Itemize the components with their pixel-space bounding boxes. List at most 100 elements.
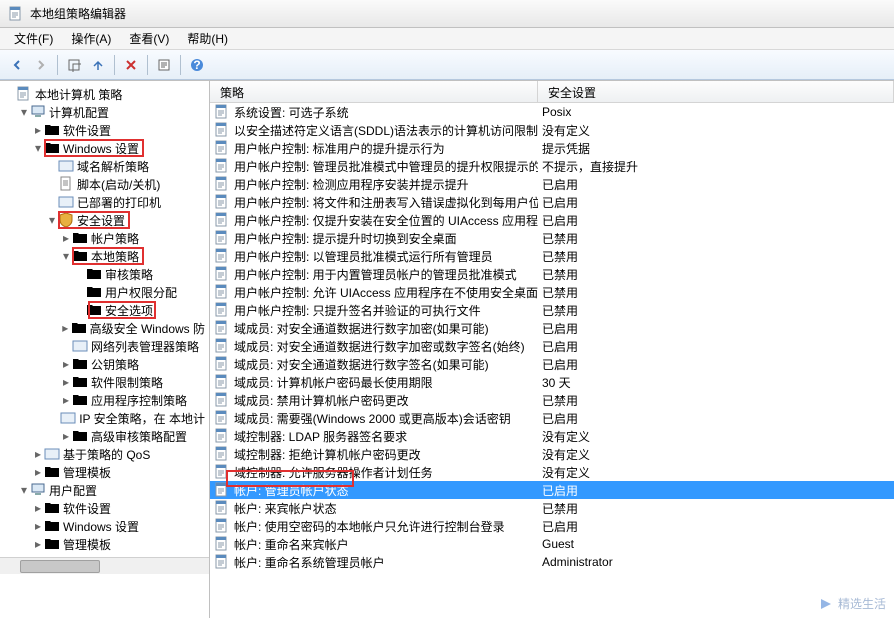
policy-row[interactable]: 帐户: 来宾帐户状态已禁用	[210, 499, 894, 517]
policy-icon	[214, 284, 230, 300]
window-title: 本地组策略编辑器	[30, 5, 126, 22]
tree-item-soft2[interactable]: ▸软件设置	[4, 499, 209, 517]
tree-item-security[interactable]: ▾安全设置	[4, 211, 209, 229]
tree-item-root[interactable]: 本地计算机 策略	[4, 85, 209, 103]
tree-item-win_settings[interactable]: ▾Windows 设置	[4, 139, 209, 157]
policy-row[interactable]: 域控制器: 允许服务器操作者计划任务没有定义	[210, 463, 894, 481]
up-button[interactable]	[63, 54, 85, 76]
menu-view[interactable]: 查看(V)	[121, 28, 177, 49]
col-setting[interactable]: 安全设置	[538, 81, 894, 102]
expand-arrow-icon[interactable]: ▸	[32, 519, 44, 533]
tree-item-user[interactable]: ▾用户配置	[4, 481, 209, 499]
tree-label: 基于策略的 QoS	[63, 446, 150, 463]
policy-row[interactable]: 域成员: 禁用计算机帐户密码更改已禁用	[210, 391, 894, 409]
policy-row[interactable]: 以安全描述符定义语言(SDDL)语法表示的计算机访问限制没有定义	[210, 121, 894, 139]
folder-icon	[86, 284, 102, 300]
tree-item-win_settings2[interactable]: ▸Windows 设置	[4, 517, 209, 535]
tree-item-dns[interactable]: 域名解析策略	[4, 157, 209, 175]
expand-arrow-icon[interactable]: ▸	[32, 465, 44, 479]
col-policy[interactable]: 策略	[210, 81, 538, 102]
tree-item-sec_options[interactable]: 安全选项	[4, 301, 209, 319]
tree-label: 高级安全 Windows 防	[90, 320, 205, 337]
horizontal-scrollbar[interactable]	[0, 557, 209, 574]
policy-row[interactable]: 用户帐户控制: 检测应用程序安装并提示提升已启用	[210, 175, 894, 193]
expand-arrow-icon[interactable]: ▸	[60, 429, 72, 443]
policy-row[interactable]: 用户帐户控制: 将文件和注册表写入错误虚拟化到每用户位置已启用	[210, 193, 894, 211]
tree-label: 审核策略	[105, 266, 153, 283]
tree-label: 软件设置	[63, 122, 111, 139]
tree-item-admin_tpl1[interactable]: ▸管理模板	[4, 463, 209, 481]
tree-item-pubkey[interactable]: ▸公钥策略	[4, 355, 209, 373]
folder-icon	[72, 356, 88, 372]
expand-arrow-icon[interactable]: ▸	[32, 447, 44, 461]
expand-arrow-icon[interactable]: ▸	[32, 501, 44, 515]
tree-item-computer[interactable]: ▾计算机配置	[4, 103, 209, 121]
tree-item-softrestrict[interactable]: ▸软件限制策略	[4, 373, 209, 391]
properties-button[interactable]	[153, 54, 175, 76]
policy-row[interactable]: 域成员: 对安全通道数据进行数字加密(如果可能)已启用	[210, 319, 894, 337]
policy-setting: 已禁用	[538, 302, 894, 319]
tree-item-netlist[interactable]: 网络列表管理器策略	[4, 337, 209, 355]
policy-row[interactable]: 用户帐户控制: 以管理员批准模式运行所有管理员已禁用	[210, 247, 894, 265]
expand-arrow-icon[interactable]: ▾	[18, 105, 30, 119]
policy-row[interactable]: 域控制器: LDAP 服务器签名要求没有定义	[210, 427, 894, 445]
help-button[interactable]: ?	[186, 54, 208, 76]
policy-row[interactable]: 帐户: 管理员帐户状态已启用	[210, 481, 894, 499]
policy-setting: 已启用	[538, 338, 894, 355]
expand-arrow-icon[interactable]: ▸	[60, 231, 72, 245]
tree-item-adv_audit[interactable]: ▸ 高级审核策略配置	[4, 427, 209, 445]
policy-row[interactable]: 域成员: 对安全通道数据进行数字加密或数字签名(始终)已启用	[210, 337, 894, 355]
expand-arrow-icon[interactable]: ▸	[60, 357, 72, 371]
tree-item-user_rights[interactable]: 用户权限分配	[4, 283, 209, 301]
expand-arrow-icon[interactable]: ▸	[32, 123, 44, 137]
policy-row[interactable]: 帐户: 使用空密码的本地帐户只允许进行控制台登录已启用	[210, 517, 894, 535]
policy-name: 用户帐户控制: 仅提升安装在安全位置的 UIAccess 应用程序	[234, 212, 538, 229]
tree-item-printers[interactable]: 已部署的打印机	[4, 193, 209, 211]
tree-item-appctrl[interactable]: ▸应用程序控制策略	[4, 391, 209, 409]
tree-item-adv_fw[interactable]: ▸ 高级安全 Windows 防	[4, 319, 209, 337]
policy-row[interactable]: 域成员: 对安全通道数据进行数字签名(如果可能)已启用	[210, 355, 894, 373]
tree-item-script[interactable]: 脚本(启动/关机)	[4, 175, 209, 193]
policy-row[interactable]: 域控制器: 拒绝计算机帐户密码更改没有定义	[210, 445, 894, 463]
tree-item-local_policy[interactable]: ▾本地策略	[4, 247, 209, 265]
policy-row[interactable]: 用户帐户控制: 仅提升安装在安全位置的 UIAccess 应用程序已启用	[210, 211, 894, 229]
delete-button[interactable]	[120, 54, 142, 76]
tree-item-ipsec[interactable]: IP 安全策略，在 本地计	[4, 409, 209, 427]
expand-arrow-icon[interactable]: ▸	[60, 393, 72, 407]
policy-setting: 已启用	[538, 410, 894, 427]
expand-arrow-icon[interactable]: ▾	[46, 213, 58, 227]
menu-help[interactable]: 帮助(H)	[179, 28, 236, 49]
column-header: 策略 安全设置	[210, 81, 894, 103]
policy-name: 帐户: 使用空密码的本地帐户只允许进行控制台登录	[234, 518, 505, 535]
policy-row[interactable]: 帐户: 重命名来宾帐户Guest	[210, 535, 894, 553]
policy-row[interactable]: 域成员: 计算机帐户密码最长使用期限30 天	[210, 373, 894, 391]
policy-setting: 已禁用	[538, 284, 894, 301]
policy-row[interactable]: 用户帐户控制: 允许 UIAccess 应用程序在不使用安全桌面...已禁用	[210, 283, 894, 301]
tree-item-soft1[interactable]: ▸ 软件设置	[4, 121, 209, 139]
nav-back-button[interactable]	[6, 54, 28, 76]
nav-fwd-button[interactable]	[30, 54, 52, 76]
expand-arrow-icon[interactable]: ▸	[60, 375, 72, 389]
tree-item-qos[interactable]: ▸ 基于策略的 QoS	[4, 445, 209, 463]
expand-arrow-icon[interactable]: ▸	[60, 321, 71, 335]
expand-arrow-icon[interactable]: ▾	[32, 141, 44, 155]
policy-row[interactable]: 帐户: 重命名系统管理员帐户Administrator	[210, 553, 894, 571]
tree-item-acct_policy[interactable]: ▸帐户策略	[4, 229, 209, 247]
policy-row[interactable]: 用户帐户控制: 管理员批准模式中管理员的提升权限提示的...不提示，直接提升	[210, 157, 894, 175]
folderb-icon	[60, 410, 76, 426]
tree-item-admin_tpl2[interactable]: ▸管理模板	[4, 535, 209, 553]
policy-row[interactable]: 用户帐户控制: 提示提升时切换到安全桌面已禁用	[210, 229, 894, 247]
policy-row[interactable]: 用户帐户控制: 只提升签名并验证的可执行文件已禁用	[210, 301, 894, 319]
policy-row[interactable]: 用户帐户控制: 标准用户的提升提示行为提示凭据	[210, 139, 894, 157]
expand-arrow-icon[interactable]: ▾	[60, 249, 72, 263]
expand-arrow-icon[interactable]: ▸	[32, 537, 44, 551]
expand-arrow-icon[interactable]: ▾	[18, 483, 30, 497]
menu-action[interactable]: 操作(A)	[63, 28, 119, 49]
menu-file[interactable]: 文件(F)	[6, 28, 61, 49]
tree-item-audit[interactable]: 审核策略	[4, 265, 209, 283]
policy-row[interactable]: 域成员: 需要强(Windows 2000 或更高版本)会话密钥已启用	[210, 409, 894, 427]
filter-button[interactable]	[87, 54, 109, 76]
policy-row[interactable]: 系统设置: 可选子系统Posix	[210, 103, 894, 121]
tree-label: 高级审核策略配置	[91, 428, 187, 445]
policy-row[interactable]: 用户帐户控制: 用于内置管理员帐户的管理员批准模式已禁用	[210, 265, 894, 283]
